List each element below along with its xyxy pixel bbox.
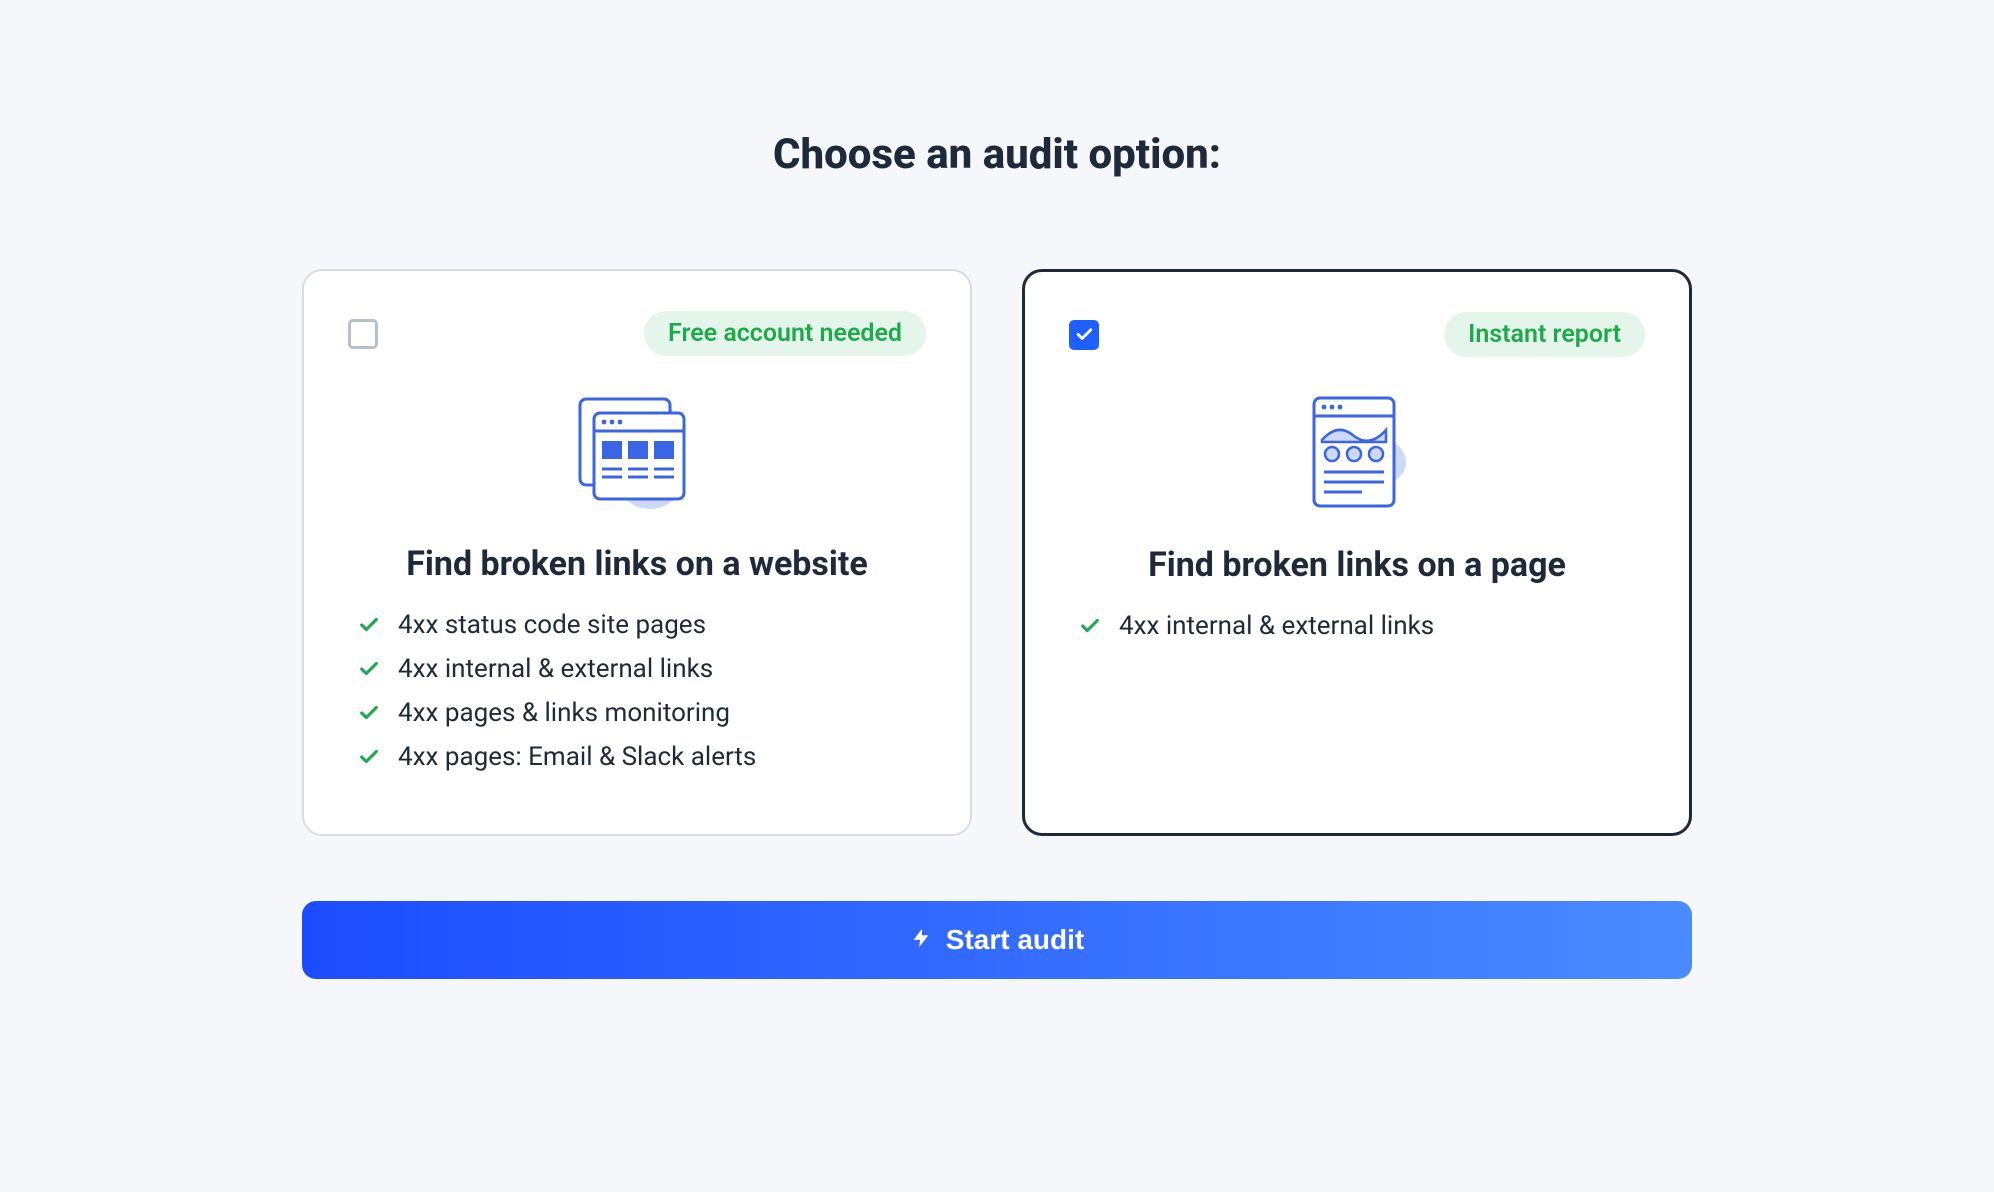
card-top: Free account needed bbox=[348, 311, 926, 356]
check-icon bbox=[1079, 615, 1101, 637]
feature-text: 4xx internal & external links bbox=[1119, 611, 1434, 641]
check-icon bbox=[358, 702, 380, 724]
check-icon bbox=[358, 614, 380, 636]
feature-text: 4xx pages: Email & Slack alerts bbox=[398, 742, 756, 772]
lightning-icon bbox=[910, 924, 932, 956]
options-row: Free account needed bbox=[302, 269, 1692, 836]
feature-text: 4xx status code site pages bbox=[398, 610, 706, 640]
start-audit-label: Start audit bbox=[946, 924, 1084, 956]
page-title: Choose an audit option: bbox=[302, 130, 1692, 179]
card-top: Instant report bbox=[1069, 312, 1645, 357]
website-pages-icon bbox=[348, 386, 926, 516]
feature-list-page: 4xx internal & external links bbox=[1069, 611, 1645, 641]
option-card-website[interactable]: Free account needed bbox=[302, 269, 972, 836]
audit-option-container: Choose an audit option: Free account nee… bbox=[302, 130, 1692, 1192]
checkbox-unchecked-icon[interactable] bbox=[348, 319, 378, 349]
feature-text: 4xx internal & external links bbox=[398, 654, 713, 684]
badge-instant-report: Instant report bbox=[1444, 312, 1645, 357]
feature-item: 4xx pages: Email & Slack alerts bbox=[358, 742, 926, 772]
check-icon bbox=[358, 746, 380, 768]
start-audit-button[interactable]: Start audit bbox=[302, 901, 1692, 979]
feature-item: 4xx internal & external links bbox=[1079, 611, 1645, 641]
feature-item: 4xx status code site pages bbox=[358, 610, 926, 640]
feature-item: 4xx pages & links monitoring bbox=[358, 698, 926, 728]
feature-text: 4xx pages & links monitoring bbox=[398, 698, 730, 728]
single-page-icon bbox=[1069, 387, 1645, 517]
card-title-page: Find broken links on a page bbox=[1069, 545, 1645, 585]
badge-free-account: Free account needed bbox=[644, 311, 926, 356]
option-card-page[interactable]: Instant report bbox=[1022, 269, 1692, 836]
feature-item: 4xx internal & external links bbox=[358, 654, 926, 684]
check-icon bbox=[358, 658, 380, 680]
card-title-website: Find broken links on a website bbox=[348, 544, 926, 584]
feature-list-website: 4xx status code site pages 4xx internal … bbox=[348, 610, 926, 772]
checkbox-checked-icon[interactable] bbox=[1069, 320, 1099, 350]
